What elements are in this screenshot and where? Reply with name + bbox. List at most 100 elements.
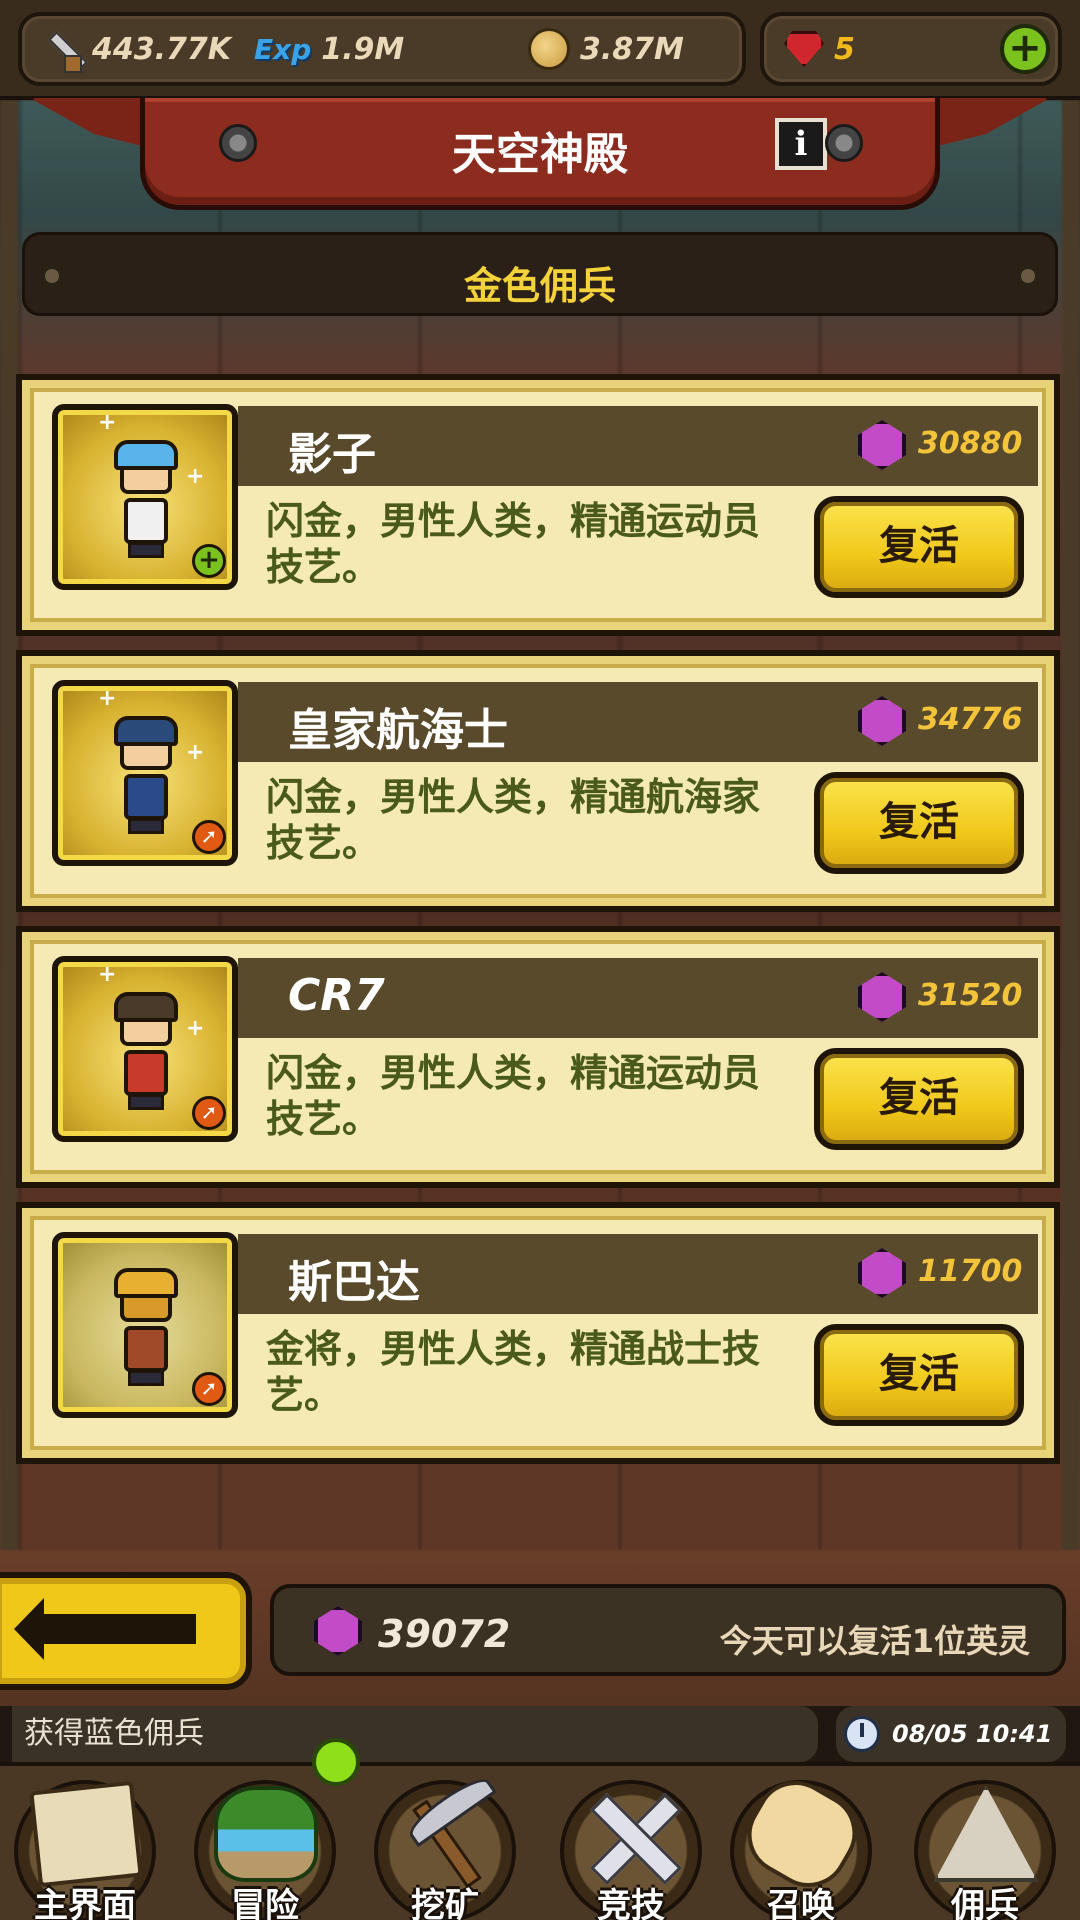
- hero-name: CR7: [288, 970, 385, 1021]
- nav-label: 挖矿: [411, 1886, 479, 1920]
- nav-label: 冒险: [231, 1886, 299, 1920]
- hero-hat: [114, 716, 178, 746]
- resource-bar: 443.77K Exp 1.9M 3.87M 5 +: [0, 0, 1080, 100]
- hero-description: 闪金，男性人类，精通航海家技艺。: [266, 775, 761, 865]
- hero-name-bar: 斯巴达 11700: [238, 1234, 1038, 1314]
- hero-card: + + ➚ CR7 31520 闪金，男性人类，精通运动员技艺。 复活: [16, 926, 1060, 1188]
- hero-body: [124, 498, 168, 544]
- ticker-message[interactable]: 获得蓝色佣兵: [12, 1706, 818, 1762]
- clock: 08/05 10:41: [836, 1706, 1066, 1762]
- sparkle-icon: +: [98, 686, 117, 711]
- ruby-panel: 5 +: [760, 12, 1062, 86]
- info-button[interactable]: i: [775, 118, 827, 170]
- revive-button[interactable]: 复活: [814, 1324, 1024, 1426]
- exp-resource: Exp 1.9M: [254, 16, 404, 82]
- gold-value: 3.87M: [580, 31, 684, 67]
- gem-balance-panel: 39072 今天可以复活1位英灵: [270, 1584, 1066, 1676]
- hero-body: [124, 1050, 168, 1096]
- title-banner: 天空神殿 i: [140, 98, 940, 210]
- bottom-nav: 主界面 冒险 挖矿 竞技 召唤 佣兵: [0, 1762, 1080, 1920]
- hero-name: 皇家航海士: [288, 705, 508, 756]
- hero-legs: [128, 1370, 164, 1386]
- hero-description: 闪金，男性人类，精通运动员技艺。: [266, 1051, 761, 1141]
- sparkle-icon: +: [186, 464, 205, 489]
- ruby-icon: [784, 31, 824, 67]
- add-ruby-button[interactable]: +: [1000, 24, 1050, 74]
- section-header: 金色佣兵: [22, 232, 1058, 316]
- gem-icon: [858, 696, 906, 746]
- hero-sprite: [106, 1268, 186, 1388]
- nav-label: 主界面: [34, 1886, 136, 1920]
- gold-resource: 3.87M: [528, 16, 684, 82]
- coin-icon: [528, 28, 570, 70]
- sparkle-icon: +: [98, 962, 117, 987]
- plus-badge-icon: +: [192, 544, 226, 578]
- hero-sprite: [106, 992, 186, 1112]
- arrow-badge-icon: ➚: [192, 1372, 226, 1406]
- nav-adventure[interactable]: 冒险: [180, 1772, 350, 1920]
- hero-hair: [114, 440, 178, 470]
- dot-icon: [1021, 269, 1035, 283]
- back-button[interactable]: [0, 1572, 252, 1690]
- pickaxe-icon: [394, 1786, 498, 1882]
- news-ticker: 获得蓝色佣兵 08/05 10:41: [0, 1706, 1080, 1762]
- nav-arena[interactable]: 竞技: [546, 1772, 716, 1920]
- nav-main[interactable]: 主界面: [0, 1772, 170, 1920]
- hero-legs: [128, 818, 164, 834]
- hero-card: ➚ 斯巴达 11700 金将，男性人类，精通战士技艺。 复活: [16, 1202, 1060, 1464]
- hero-portrait[interactable]: + + +: [52, 404, 238, 590]
- attack-value: 443.77K: [92, 31, 232, 67]
- gem-balance: 39072: [378, 1612, 511, 1656]
- revive-button[interactable]: 复活: [814, 772, 1024, 874]
- nav-label: 竞技: [597, 1886, 665, 1920]
- gem-icon: [858, 1248, 906, 1298]
- clock-time: 08/05 10:41: [892, 1720, 1053, 1748]
- nav-mercenary[interactable]: 佣兵: [900, 1772, 1070, 1920]
- hero-name: 影子: [288, 429, 376, 480]
- hero-description: 金将，男性人类，精通战士技艺。: [266, 1327, 761, 1417]
- hero-body: [124, 1326, 168, 1372]
- arrow-badge-icon: ➚: [192, 1096, 226, 1130]
- gem-icon: [314, 1606, 362, 1656]
- hero-name-bar: CR7 31520: [238, 958, 1038, 1038]
- island-icon: [214, 1786, 318, 1882]
- notification-dot: [312, 1738, 360, 1786]
- sparkle-icon: +: [186, 1016, 205, 1041]
- revive-button[interactable]: 复活: [814, 1048, 1024, 1150]
- hero-price: 11700: [918, 1254, 1023, 1289]
- hero-portrait[interactable]: + + ➚: [52, 956, 238, 1142]
- hero-hair: [114, 992, 178, 1022]
- nav-summon[interactable]: 召唤: [716, 1766, 886, 1920]
- hero-legs: [128, 1094, 164, 1110]
- hero-description: 闪金，男性人类，精通运动员技艺。: [266, 499, 761, 589]
- exp-icon: Exp: [254, 32, 312, 66]
- exp-value: 1.9M: [321, 31, 405, 67]
- ruby-resource: 5: [784, 16, 855, 82]
- map-icon: [29, 1780, 143, 1888]
- attack-resource: 443.77K: [38, 16, 231, 82]
- hero-sprite: [106, 440, 186, 560]
- hero-portrait[interactable]: ➚: [52, 1232, 238, 1418]
- crossed-swords-icon: [580, 1786, 684, 1882]
- hero-card: + + ➚ 皇家航海士 34776 闪金，男性人类，精通航海家技艺。 复活: [16, 650, 1060, 912]
- sparkle-icon: +: [186, 740, 205, 765]
- hero-name-bar: 影子 30880: [238, 406, 1038, 486]
- ruby-value: 5: [834, 31, 855, 67]
- nav-mining[interactable]: 挖矿: [360, 1772, 530, 1920]
- arrow-badge-icon: ➚: [192, 820, 226, 854]
- hero-portrait[interactable]: + + ➚: [52, 680, 238, 866]
- resource-panel: 443.77K Exp 1.9M 3.87M: [18, 12, 746, 86]
- hero-price: 31520: [918, 978, 1023, 1013]
- bolt-icon: [825, 124, 863, 162]
- nav-label: 佣兵: [951, 1886, 1019, 1920]
- sparkle-icon: +: [98, 410, 117, 435]
- revive-button[interactable]: 复活: [814, 496, 1024, 598]
- sword-icon: [38, 27, 82, 73]
- hero-sprite: [106, 716, 186, 836]
- hero-card: + + + 影子 30880 闪金，男性人类，精通运动员技艺。 复活: [16, 374, 1060, 636]
- gem-icon: [858, 420, 906, 470]
- nav-label: 召唤: [767, 1886, 835, 1920]
- hero-price: 34776: [918, 702, 1023, 737]
- hero-crest: [114, 1268, 178, 1298]
- clock-icon: [844, 1716, 880, 1752]
